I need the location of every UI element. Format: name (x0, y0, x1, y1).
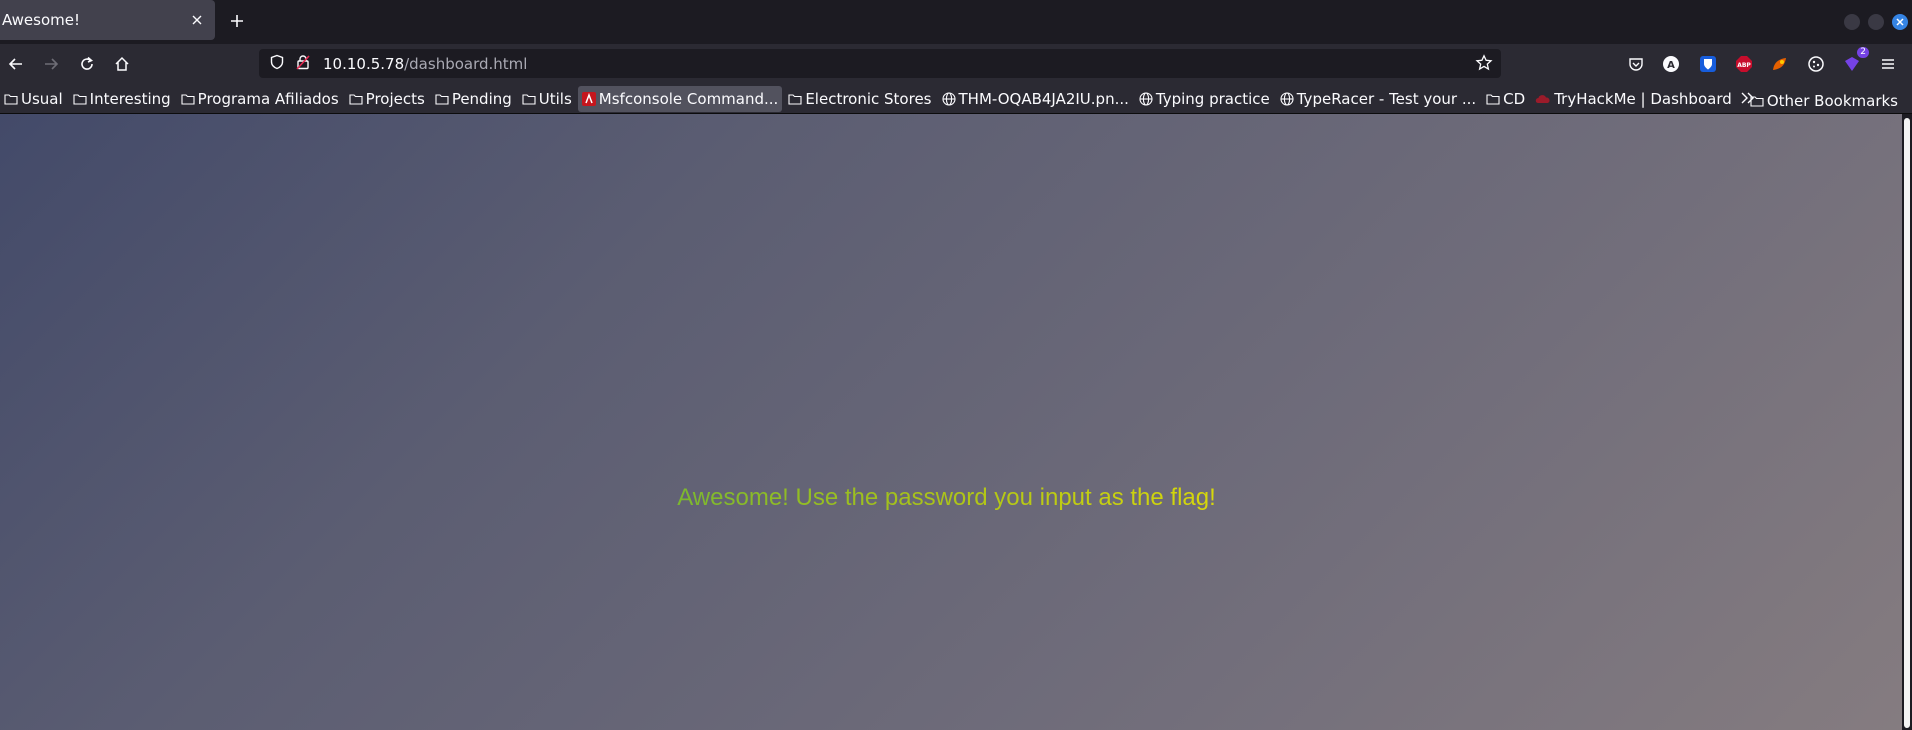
url-path: /dashboard.html (404, 54, 528, 73)
bookmark-folder-usual[interactable]: Usual (0, 86, 67, 112)
folder-icon (522, 93, 536, 105)
home-icon[interactable] (110, 52, 134, 76)
back-arrow-icon[interactable] (4, 52, 28, 76)
folder-icon (349, 93, 363, 105)
minimize-window-button[interactable] (1844, 14, 1860, 30)
adblock-plus-icon[interactable]: ABP (1733, 53, 1755, 75)
bookmark-typing-practice[interactable]: Typing practice (1135, 86, 1274, 112)
folder-icon (181, 93, 195, 105)
bookmark-label: THM-OQAB4JA2IU.pn... (958, 89, 1129, 108)
folder-icon (1750, 96, 1764, 107)
bookmarks-toolbar: Usual Interesting Programa Afiliados Pro… (0, 84, 1912, 114)
bookmark-folder-utils[interactable]: Utils (518, 86, 576, 112)
bookmark-label: Interesting (89, 89, 171, 108)
bookmark-label: Pending (451, 89, 512, 108)
bookmark-typeracer[interactable]: TypeRacer - Test your ... (1276, 86, 1480, 112)
close-tab-icon[interactable] (187, 10, 207, 30)
folder-icon (73, 93, 87, 105)
success-message-text: Awesome! Use the password you input as t… (677, 484, 1216, 511)
account-avatar-icon[interactable]: A (1660, 53, 1682, 75)
new-tab-button[interactable] (226, 10, 248, 32)
forward-arrow-icon[interactable] (39, 52, 63, 76)
success-message: Awesome! Use the password you input as t… (0, 484, 1893, 512)
insecure-lock-icon[interactable] (295, 54, 311, 74)
hamburger-menu-icon[interactable] (1877, 53, 1899, 75)
bitwarden-icon[interactable] (1697, 53, 1719, 75)
vertical-scrollbar[interactable] (1902, 114, 1912, 730)
cookie-editor-icon[interactable] (1805, 53, 1827, 75)
bookmark-folder-pending[interactable]: Pending (431, 86, 516, 112)
bookmark-label: Utils (538, 89, 572, 108)
bookmark-label: CD (1503, 89, 1526, 108)
tab-title: Awesome! (2, 11, 80, 29)
bookmark-label: TypeRacer - Test your ... (1296, 89, 1477, 108)
bookmark-folder-interesting[interactable]: Interesting (69, 86, 175, 112)
bookmark-folder-cd[interactable]: CD (1482, 86, 1529, 112)
window-controls (1844, 14, 1908, 30)
folder-icon (788, 93, 802, 105)
globe-icon (1139, 91, 1153, 106)
close-window-button[interactable] (1892, 14, 1908, 30)
bookmark-label: Usual (21, 89, 63, 108)
tracking-protection-shield-icon[interactable] (269, 54, 285, 74)
bookmark-thm-image[interactable]: THM-OQAB4JA2IU.pn... (938, 86, 1133, 112)
bookmark-msfconsole-commands[interactable]: Msfconsole Command... (577, 85, 783, 112)
svg-text:A: A (1667, 60, 1675, 71)
bookmark-star-icon[interactable] (1475, 54, 1493, 76)
extension-badge: 2 (1857, 47, 1869, 58)
maximize-window-button[interactable] (1868, 14, 1884, 30)
bookmark-label: Msfconsole Command... (598, 89, 779, 108)
scrollbar-thumb[interactable] (1904, 118, 1910, 728)
url-host: 10.10.5.78 (323, 54, 405, 73)
tryhackme-icon (1536, 94, 1550, 103)
bookmark-label: Other Bookmarks (1766, 92, 1898, 110)
navigation-bar: 10.10.5.78/dashboard.html A ABP 2 (0, 44, 1912, 84)
bookmark-label: TryHackMe | Dashboard (1554, 89, 1732, 108)
url-text: 10.10.5.78/dashboard.html (323, 55, 527, 73)
foxyproxy-icon[interactable] (1769, 53, 1791, 75)
page-content: Awesome! Use the password you input as t… (0, 114, 1912, 730)
bookmark-folder-projects[interactable]: Projects (345, 86, 429, 112)
bookmark-label: Typing practice (1155, 89, 1270, 108)
folder-icon (435, 93, 449, 105)
bookmark-folder-programa-afiliados[interactable]: Programa Afiliados (177, 86, 343, 112)
globe-icon (941, 91, 956, 106)
extension-notifications-icon[interactable]: 2 (1841, 47, 1869, 75)
bookmark-label: Projects (365, 89, 425, 108)
globe-icon (1280, 91, 1294, 106)
bookmark-folder-electronic-stores[interactable]: Electronic Stores (784, 86, 935, 112)
svg-text:ABP: ABP (1737, 62, 1751, 69)
reload-icon[interactable] (75, 52, 99, 76)
tab-strip: Awesome! (0, 0, 1912, 44)
bookmark-tryhackme-dashboard[interactable]: TryHackMe | Dashboard (1531, 86, 1736, 112)
address-bar[interactable]: 10.10.5.78/dashboard.html (259, 49, 1501, 78)
tab-active[interactable]: Awesome! (0, 0, 215, 40)
site-favicon-icon (581, 91, 596, 106)
folder-icon (4, 93, 18, 105)
bookmark-label: Programa Afiliados (197, 89, 339, 108)
pocket-icon[interactable] (1625, 53, 1647, 75)
bookmark-folder-other[interactable]: Other Bookmarks (1746, 88, 1902, 114)
bookmark-label: Electronic Stores (805, 89, 932, 108)
folder-icon (1486, 93, 1500, 105)
